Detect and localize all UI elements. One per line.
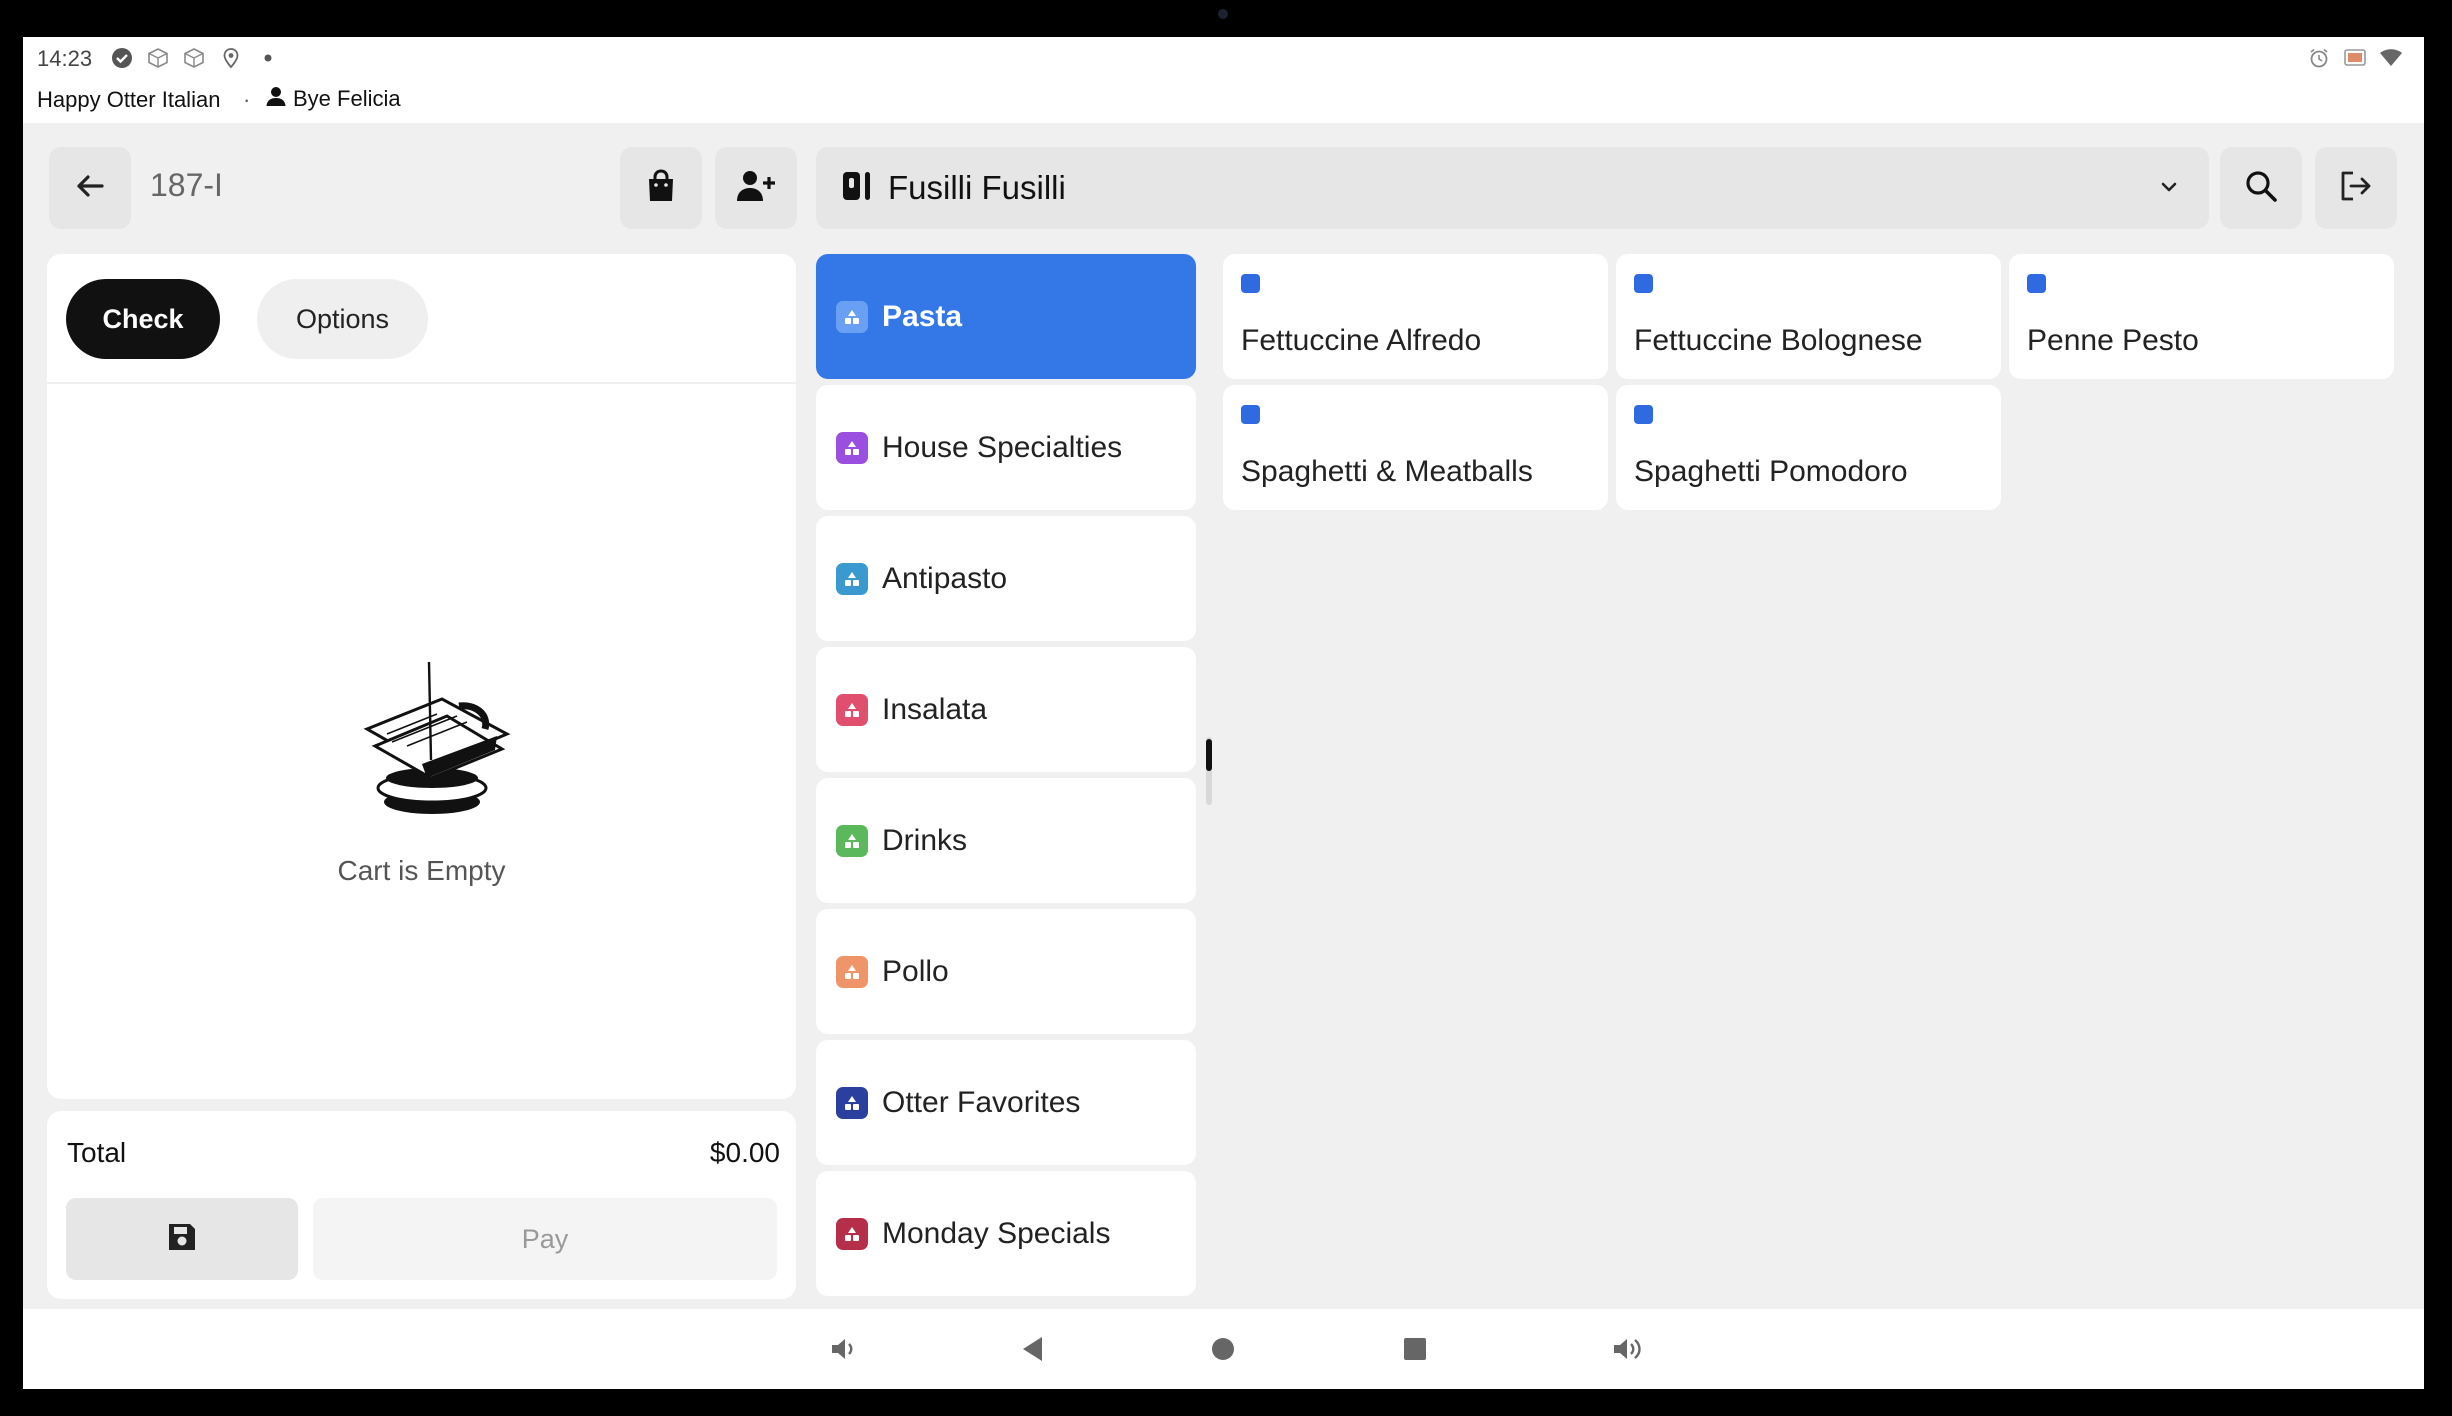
menu-item-label: Penne Pesto xyxy=(2027,324,2199,357)
category-insalata[interactable]: Insalata xyxy=(816,647,1196,772)
search-button[interactable] xyxy=(2220,147,2302,229)
person-icon xyxy=(265,85,287,113)
menu-item-label: Fettuccine Alfredo xyxy=(1241,324,1482,357)
total-value: $0.00 xyxy=(709,1137,780,1168)
status-separator: · xyxy=(243,87,251,112)
current-user: Bye Felicia xyxy=(265,85,401,113)
recents-icon[interactable] xyxy=(1395,1329,1435,1369)
empty-cart-illustration xyxy=(347,654,517,824)
category-pasta[interactable]: Pasta xyxy=(816,254,1196,379)
item-color-marker xyxy=(1634,274,1653,293)
category-icon xyxy=(836,1086,868,1119)
chevron-down-icon xyxy=(2157,175,2181,204)
category-label: Insalata xyxy=(882,692,988,726)
order-type-button[interactable] xyxy=(620,147,702,229)
menu-selector[interactable]: Fusilli Fusilli xyxy=(816,147,2209,229)
total-panel: Total $0.00 Pay xyxy=(47,1111,796,1299)
save-icon xyxy=(166,1221,198,1258)
empty-cart-message: Cart is Empty xyxy=(337,855,506,886)
menu-item[interactable]: Penne Pesto xyxy=(2009,254,2394,379)
category-pollo[interactable]: Pollo xyxy=(816,909,1196,1034)
menu-item[interactable]: Fettuccine Bolognese xyxy=(1616,254,2001,379)
total-label: Total xyxy=(67,1137,127,1168)
alarm-icon xyxy=(2306,45,2332,71)
menu-item-label: Fettuccine Bolognese xyxy=(1634,324,1923,357)
restaurant-menu-icon xyxy=(842,170,872,207)
volume-up-icon[interactable] xyxy=(1608,1329,1648,1369)
menu-item[interactable]: Spaghetti Pomodoro xyxy=(1616,385,2001,510)
box-icon xyxy=(145,45,171,71)
category-icon xyxy=(836,955,868,988)
status-bar: 14:23 Happy Otter Italian · Bye Felicia xyxy=(23,37,2424,123)
cast-icon xyxy=(2342,45,2368,71)
volume-down-icon[interactable] xyxy=(824,1329,864,1369)
back-icon[interactable] xyxy=(1013,1329,1053,1369)
category-icon xyxy=(836,824,868,857)
back-button[interactable] xyxy=(49,147,131,229)
exit-button[interactable] xyxy=(2315,147,2397,229)
user-name: Bye Felicia xyxy=(293,86,401,111)
category-icon xyxy=(836,300,868,333)
check-circle-icon xyxy=(109,45,135,71)
item-color-marker xyxy=(2027,274,2046,293)
home-icon[interactable] xyxy=(1203,1329,1243,1369)
category-label: Monday Specials xyxy=(882,1216,1111,1250)
menu-item[interactable]: Fettuccine Alfredo xyxy=(1223,254,1608,379)
shopping-bag-icon xyxy=(646,168,676,208)
app-screen: 14:23 Happy Otter Italian · Bye Felicia … xyxy=(23,37,2424,1389)
category-icon xyxy=(836,693,868,726)
add-customer-button[interactable] xyxy=(715,147,797,229)
save-button[interactable] xyxy=(66,1198,298,1280)
menu-name: Fusilli Fusilli xyxy=(888,169,1066,206)
category-otter-favorites[interactable]: Otter Favorites xyxy=(816,1040,1196,1165)
tab-check[interactable]: Check xyxy=(66,279,220,359)
pay-button[interactable]: Pay xyxy=(313,1198,777,1280)
location-pin-icon xyxy=(218,45,244,71)
category-label: Pasta xyxy=(882,299,963,333)
category-monday-specials[interactable]: Monday Specials xyxy=(816,1171,1196,1296)
status-right-icons xyxy=(2306,45,2404,71)
item-color-marker xyxy=(1241,405,1260,424)
category-antipasto[interactable]: Antipasto xyxy=(816,516,1196,641)
category-label: Pollo xyxy=(882,954,949,988)
box-icon xyxy=(181,45,207,71)
dot-icon xyxy=(255,45,281,71)
menu-item-label: Spaghetti Pomodoro xyxy=(1634,455,1908,488)
category-icon xyxy=(836,431,868,464)
menu-item[interactable]: Spaghetti & Meatballs xyxy=(1223,385,1608,510)
arrow-left-icon xyxy=(73,169,107,208)
item-color-marker xyxy=(1241,274,1260,293)
cart-divider xyxy=(47,382,796,384)
device-frame: 14:23 Happy Otter Italian · Bye Felicia … xyxy=(0,0,2452,1416)
category-drinks[interactable]: Drinks xyxy=(816,778,1196,903)
add-user-icon xyxy=(736,169,776,208)
category-icon xyxy=(836,562,868,595)
search-icon xyxy=(2244,169,2278,208)
category-label: House Specialties xyxy=(882,430,1123,464)
category-label: Otter Favorites xyxy=(882,1085,1081,1119)
front-camera xyxy=(1218,9,1228,19)
store-name: Happy Otter Italian xyxy=(37,87,221,112)
system-navigation-bar xyxy=(23,1309,2424,1389)
order-id: 187-I xyxy=(150,167,223,203)
cart-panel: Check Options Cart is Empty xyxy=(47,254,796,1099)
category-scrollbar-thumb[interactable] xyxy=(1206,739,1212,771)
logout-icon xyxy=(2339,169,2373,208)
wifi-icon xyxy=(2378,45,2404,71)
tab-options[interactable]: Options xyxy=(257,279,428,359)
menu-item-label: Spaghetti & Meatballs xyxy=(1241,455,1533,488)
category-house-specialties[interactable]: House Specialties xyxy=(816,385,1196,510)
category-label: Drinks xyxy=(882,823,968,857)
item-color-marker xyxy=(1634,405,1653,424)
category-label: Antipasto xyxy=(882,561,1008,595)
category-icon xyxy=(836,1217,868,1250)
status-time: 14:23 xyxy=(37,46,93,71)
